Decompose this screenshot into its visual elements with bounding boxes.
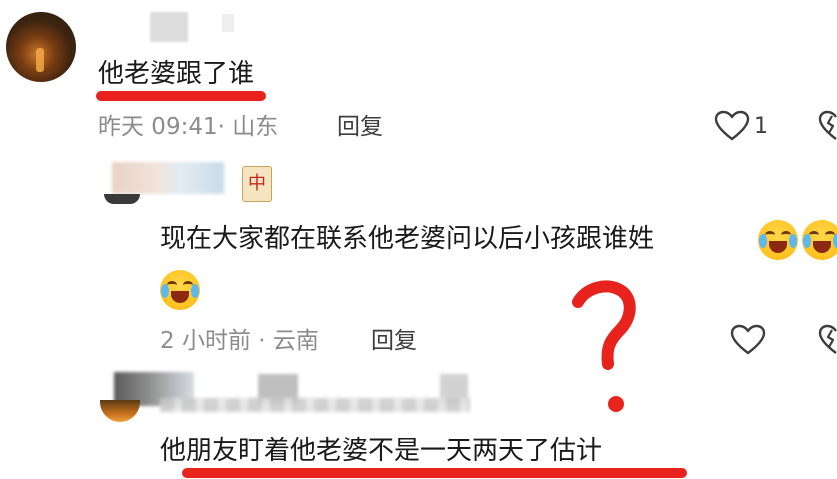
red-underline-annotation [96,91,266,101]
laughing-crying-emoji-icon [758,220,798,260]
laughing-crying-emoji-icon [160,270,200,310]
blurred-username-fragment [222,14,234,32]
avatar[interactable] [6,12,76,82]
comment-meta: 昨天 09:41· 山东 [98,114,279,140]
heart-icon[interactable] [714,110,750,142]
comment-text: 他朋友盯着他老婆不是一天两天了估计 [160,436,603,466]
blurred-username [150,12,188,42]
red-question-mark-annotation [560,268,650,418]
blurred-user-subtitle [160,398,470,412]
like-count: 1 [754,114,768,139]
comment-text: 现在大家都在联系他老婆问以后小孩跟谁姓 [160,224,655,254]
mahjong-tile-icon: 中 [242,166,272,202]
comment-meta: 2 小时前 · 云南 [160,328,319,354]
heart-icon[interactable] [730,324,766,356]
broken-heart-icon[interactable] [814,110,837,142]
broken-heart-icon[interactable] [814,324,837,356]
laughing-crying-emoji-icon [802,220,837,260]
red-underline-annotation [182,468,687,478]
comment-text: 他老婆跟了谁 [98,59,255,89]
avatar[interactable] [104,194,140,204]
avatar[interactable] [100,400,140,422]
reply-button[interactable]: 回复 [337,113,383,141]
reply-button[interactable]: 回复 [371,327,417,355]
blurred-username [112,162,224,194]
